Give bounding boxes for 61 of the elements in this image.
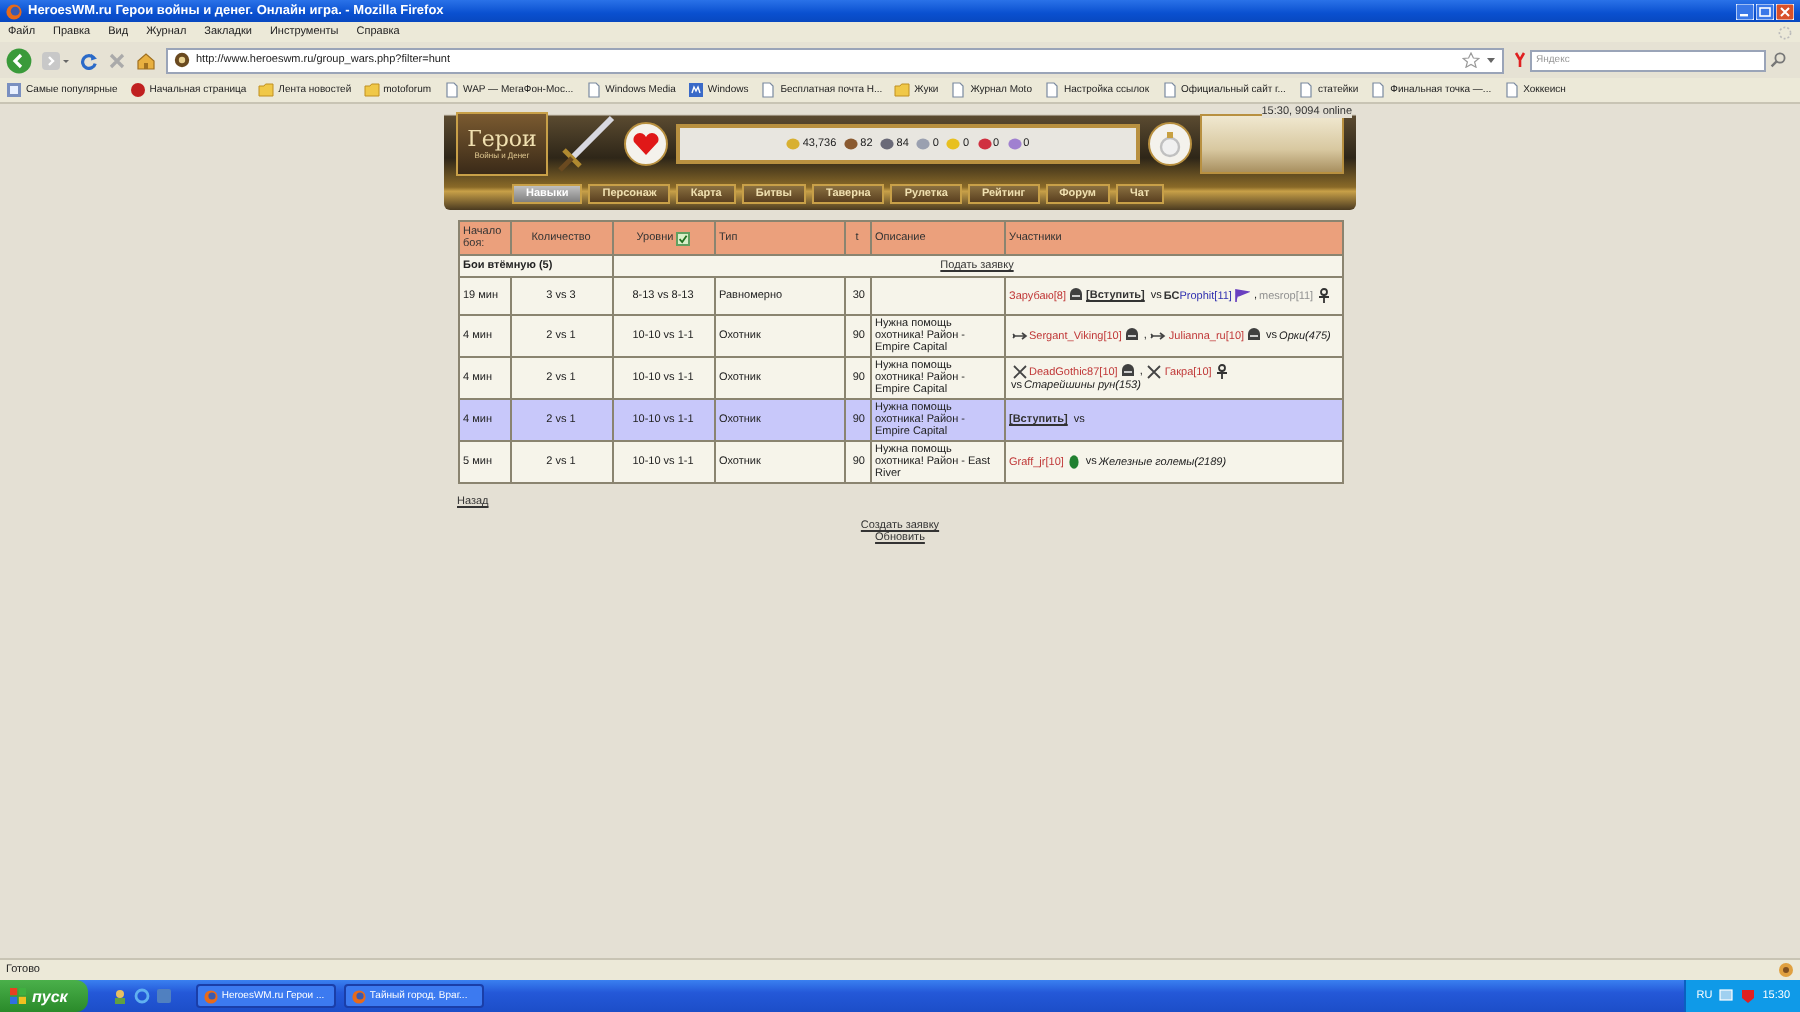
page-icon [1161, 82, 1178, 98]
check-icon [677, 233, 688, 243]
castle-picture [1200, 114, 1344, 174]
ring-icon [1158, 130, 1182, 158]
addon-icon [1778, 962, 1794, 978]
spinner-icon [1778, 25, 1792, 39]
flag-icon [1233, 288, 1250, 304]
search-icon[interactable] [1770, 52, 1786, 68]
folder-icon [894, 82, 911, 98]
logo-text: Герои [467, 128, 537, 150]
folder-icon [363, 82, 380, 98]
dropdown-icon[interactable] [1486, 56, 1496, 64]
page-icon [585, 82, 602, 98]
firefox-icon [203, 989, 218, 1003]
people-icon[interactable] [111, 988, 128, 1004]
page-icon [760, 82, 777, 98]
forward-icon[interactable] [42, 51, 70, 69]
network-icon[interactable] [1718, 988, 1735, 1004]
resource-icon [786, 138, 801, 150]
blob-icon [129, 82, 146, 98]
helmet-icon [1246, 328, 1263, 344]
leaf-icon [1065, 454, 1082, 470]
sword-icon [556, 114, 616, 174]
arrow-icon [1011, 328, 1027, 344]
firefox-icon [351, 989, 366, 1003]
ankh-icon [1315, 288, 1332, 304]
page-icon [950, 82, 967, 98]
resource-icon [880, 138, 895, 150]
crossed-swords-icon [1011, 364, 1027, 380]
helmet-icon [1068, 288, 1085, 304]
ie-icon[interactable] [133, 988, 150, 1004]
site-icon [174, 52, 190, 68]
firefox-icon [6, 3, 22, 19]
reload-icon[interactable] [80, 51, 98, 69]
antivirus-icon[interactable] [1740, 988, 1757, 1004]
folder-icon [258, 82, 275, 98]
page-icon [1043, 82, 1060, 98]
tile-icon [687, 82, 704, 98]
helmet-icon [1123, 328, 1140, 344]
start-button[interactable]: пуск [0, 980, 88, 1012]
helmet-icon [1119, 364, 1136, 380]
home-icon[interactable] [136, 51, 156, 69]
grid-icon [6, 82, 22, 98]
stop-icon[interactable] [108, 51, 126, 69]
crossed-swords-icon [1146, 364, 1163, 380]
close-icon[interactable] [1776, 3, 1794, 19]
bookmark-star-icon[interactable] [1462, 52, 1480, 68]
page-icon [443, 82, 460, 98]
minimize-icon[interactable] [1736, 3, 1754, 19]
page-icon [1297, 82, 1314, 98]
arrow-icon [1150, 328, 1167, 344]
heart-icon [632, 132, 660, 156]
page-icon [1503, 82, 1520, 98]
page-icon [1370, 82, 1387, 98]
filter-checkbox[interactable] [675, 231, 690, 245]
ankh-icon [1213, 364, 1230, 380]
maximize-icon[interactable] [1756, 3, 1774, 19]
yandex-icon [1514, 52, 1526, 68]
windows-logo-icon [10, 988, 26, 1004]
resource-icon [844, 138, 859, 150]
back-icon[interactable] [6, 47, 32, 73]
